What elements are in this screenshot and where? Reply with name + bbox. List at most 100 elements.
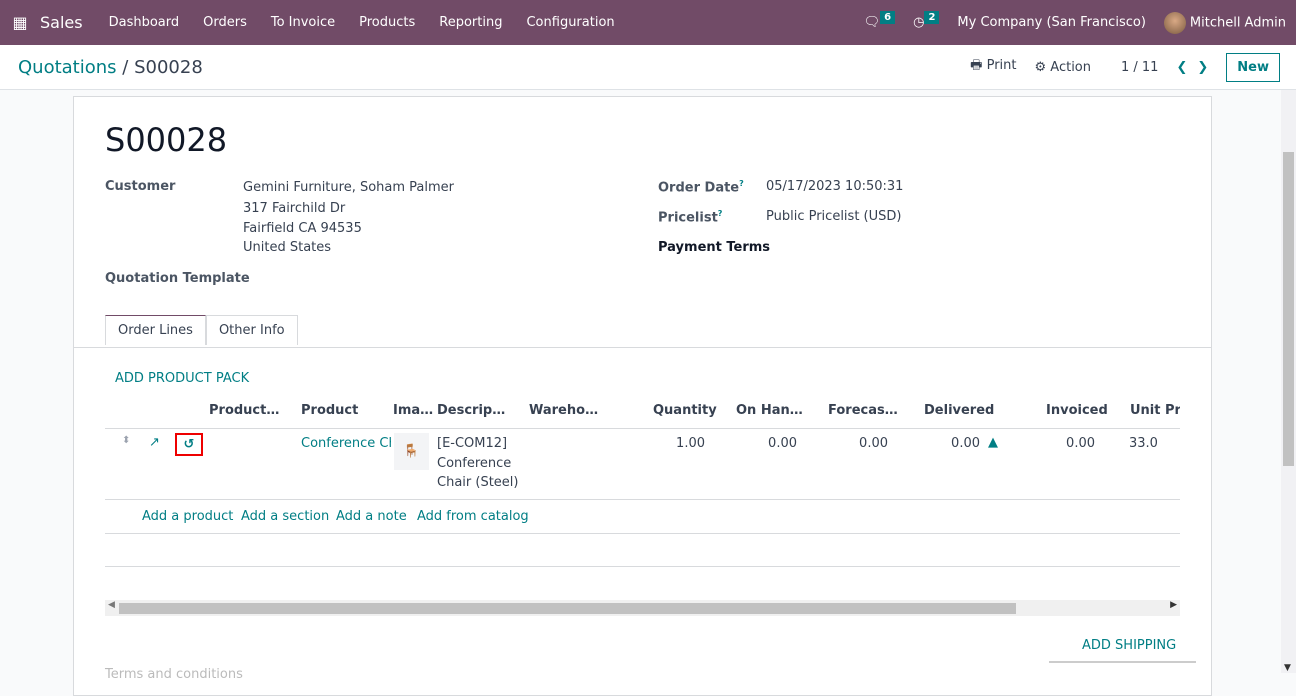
- order-date-field[interactable]: 05/17/2023 10:50:31: [766, 179, 903, 194]
- customer-label: Customer: [105, 179, 176, 194]
- column-header[interactable]: Unit Pric: [1130, 403, 1180, 418]
- add-shipping-button[interactable]: ADD SHIPPING: [1082, 638, 1176, 653]
- scroll-down-icon[interactable]: ▼: [1284, 663, 1291, 673]
- breadcrumb-separator: /: [122, 56, 129, 78]
- column-header[interactable]: Forecas…: [828, 403, 898, 418]
- new-button[interactable]: New: [1226, 52, 1280, 82]
- divider: [1049, 661, 1196, 663]
- top-navbar: ▦ Sales Dashboard Orders To Invoice Prod…: [0, 0, 1296, 45]
- product-cell[interactable]: Conference Cha: [301, 436, 391, 451]
- menu-to-invoice[interactable]: To Invoice: [259, 15, 347, 30]
- breadcrumb: Quotations / S00028: [18, 57, 203, 78]
- add-note-link[interactable]: Add a note: [336, 509, 407, 524]
- address-line: Fairfield CA 94535: [243, 221, 362, 236]
- tab-other-info[interactable]: Other Info: [205, 315, 298, 345]
- user-menu[interactable]: Mitchell Admin: [1163, 11, 1286, 34]
- help-tooltip[interactable]: ?: [718, 209, 723, 218]
- address-line: United States: [243, 240, 332, 255]
- description-line: Conference: [437, 456, 512, 471]
- app-name[interactable]: Sales: [40, 13, 83, 32]
- company-switcher[interactable]: My Company (San Francisco): [957, 15, 1145, 30]
- action-button[interactable]: ⚙ Action: [1034, 60, 1091, 75]
- column-header[interactable]: Descrip…: [437, 403, 505, 418]
- forecast-cell: 0.00: [859, 436, 888, 451]
- divider: [105, 533, 1180, 534]
- notebook-tabs: Order Lines Other Info: [105, 315, 298, 345]
- menu-dashboard[interactable]: Dashboard: [97, 15, 192, 30]
- divider: [105, 566, 1180, 567]
- unit-price-cell: 33.0: [1129, 436, 1158, 451]
- add-product-pack-button[interactable]: ADD PRODUCT PACK: [115, 371, 249, 386]
- terms-conditions-field[interactable]: Terms and conditions: [105, 667, 243, 682]
- quotation-template-label: Quotation Template: [105, 271, 250, 286]
- add-product-link[interactable]: Add a product: [142, 509, 233, 524]
- chat-icon: 🗨: [863, 15, 881, 30]
- pricelist-field[interactable]: Public Pricelist (USD): [766, 209, 901, 224]
- scroll-left-icon[interactable]: ◀: [108, 600, 115, 610]
- drag-handle-icon[interactable]: ⬍: [122, 435, 130, 446]
- gear-icon: ⚙: [1034, 59, 1047, 75]
- delivered-cell: 0.00: [951, 436, 980, 451]
- quantity-cell[interactable]: 1.00: [676, 436, 705, 451]
- column-header[interactable]: On Han…: [736, 403, 803, 418]
- vertical-scrollbar[interactable]: ▼: [1281, 90, 1296, 673]
- tab-order-lines[interactable]: Order Lines: [105, 315, 206, 345]
- tabs-divider: [74, 347, 1211, 348]
- action-label: Action: [1050, 59, 1091, 75]
- printer-icon: 🖶: [970, 58, 983, 73]
- forecast-chart-icon[interactable]: ▲: [988, 435, 998, 450]
- description-line: [E-COM12]: [437, 436, 508, 451]
- user-name: Mitchell Admin: [1189, 15, 1286, 30]
- open-external-icon[interactable]: ↗: [149, 435, 160, 450]
- pricelist-label: Pricelist?: [658, 209, 722, 225]
- avatar: [1163, 11, 1186, 34]
- menu-configuration[interactable]: Configuration: [514, 15, 626, 30]
- form-sheet: S00028 Customer Gemini Furniture, Soham …: [73, 96, 1212, 696]
- address-line: 317 Fairchild Dr: [243, 201, 346, 216]
- column-header[interactable]: Delivered: [924, 403, 994, 418]
- description-line: Chair (Steel): [437, 475, 519, 490]
- chair-image-icon: 🪑: [394, 433, 429, 470]
- pager-value[interactable]: 1 / 11: [1121, 60, 1158, 75]
- add-section-link[interactable]: Add a section: [241, 509, 329, 524]
- column-header[interactable]: Wareho…: [529, 403, 598, 418]
- help-tooltip[interactable]: ?: [739, 179, 744, 188]
- column-header[interactable]: Invoiced: [1046, 403, 1108, 418]
- order-date-label: Order Date?: [658, 179, 744, 195]
- clock-icon: ◷: [913, 15, 925, 30]
- scroll-right-icon[interactable]: ▶: [1170, 600, 1177, 610]
- control-panel: Quotations / S00028 🖶 Print ⚙ Action 1 /…: [0, 45, 1296, 90]
- order-date-label-text: Order Date: [658, 180, 740, 196]
- menu-reporting[interactable]: Reporting: [427, 15, 514, 30]
- payment-terms-label: Payment Terms: [658, 240, 771, 255]
- divider: [105, 499, 1180, 500]
- horizontal-scrollbar[interactable]: ◀ ▶: [105, 600, 1180, 616]
- activities-button[interactable]: ◷ 2: [913, 11, 940, 30]
- divider: [105, 428, 1180, 429]
- column-header[interactable]: Ima…: [393, 403, 433, 418]
- messages-button[interactable]: 🗨 6: [863, 11, 896, 30]
- history-icon[interactable]: ↺: [175, 433, 203, 456]
- breadcrumb-quotations[interactable]: Quotations: [18, 57, 117, 78]
- column-header[interactable]: Product…: [209, 403, 279, 418]
- print-label: Print: [986, 58, 1017, 73]
- order-name: S00028: [105, 121, 228, 159]
- horizontal-scrollbar-thumb[interactable]: [119, 603, 1016, 614]
- vertical-scrollbar-thumb[interactable]: [1283, 152, 1294, 466]
- column-header[interactable]: Product: [301, 403, 358, 418]
- customer-field[interactable]: Gemini Furniture, Soham Palmer: [243, 180, 454, 195]
- activities-badge: 2: [924, 11, 940, 24]
- pricelist-label-text: Pricelist: [658, 210, 718, 226]
- print-button[interactable]: 🖶 Print: [970, 56, 1016, 78]
- add-from-catalog-link[interactable]: Add from catalog: [417, 509, 529, 524]
- column-header[interactable]: Quantity: [653, 403, 717, 418]
- apps-menu-icon[interactable]: ▦: [0, 13, 40, 32]
- pager-previous-icon[interactable]: ❮: [1176, 60, 1187, 75]
- invoiced-cell: 0.00: [1066, 436, 1095, 451]
- messages-badge: 6: [880, 11, 896, 24]
- menu-orders[interactable]: Orders: [191, 15, 259, 30]
- on-hand-cell: 0.00: [768, 436, 797, 451]
- menu-products[interactable]: Products: [347, 15, 427, 30]
- breadcrumb-current: S00028: [134, 56, 203, 78]
- pager-next-icon[interactable]: ❯: [1197, 60, 1208, 75]
